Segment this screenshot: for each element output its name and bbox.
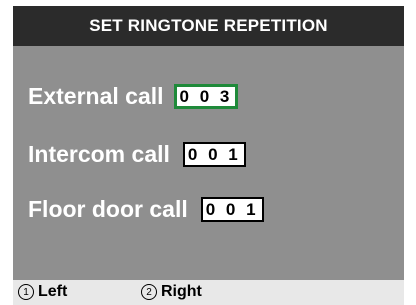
- external-call-row[interactable]: External call 0 0 3: [28, 83, 239, 110]
- floor-door-call-value[interactable]: 0 0 1: [200, 197, 264, 222]
- right-softkey-label: Right: [161, 283, 202, 300]
- floor-door-call-label: Floor door call: [28, 196, 188, 222]
- left-softkey-label: Left: [38, 283, 68, 300]
- softkey-bar: 1 Left 2 Right: [13, 280, 404, 305]
- right-softkey[interactable]: 2 Right: [141, 283, 202, 301]
- key-2-icon: 2: [141, 284, 157, 300]
- floor-door-call-row[interactable]: Floor door call 0 0 1: [28, 196, 264, 223]
- external-call-value[interactable]: 0 0 3: [173, 84, 239, 109]
- intercom-call-row[interactable]: Intercom call 0 0 1: [28, 141, 246, 168]
- ringtone-screen: SET RINGTONE REPETITION External call 0 …: [13, 6, 404, 305]
- external-call-label: External call: [28, 83, 164, 109]
- key-1-icon: 1: [18, 284, 34, 300]
- left-softkey[interactable]: 1 Left: [18, 283, 67, 301]
- screen-title: SET RINGTONE REPETITION: [13, 6, 404, 46]
- intercom-call-value[interactable]: 0 0 1: [182, 142, 246, 167]
- intercom-call-label: Intercom call: [28, 141, 170, 167]
